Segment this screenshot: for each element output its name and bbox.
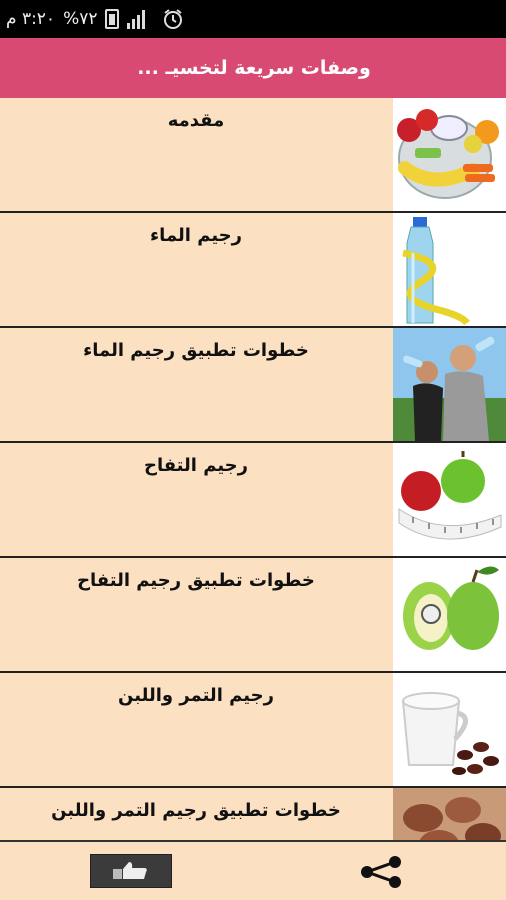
thumbs-up-icon	[113, 862, 147, 879]
share-button[interactable]	[356, 854, 406, 890]
alarm-icon	[164, 9, 182, 29]
list-item[interactable]: رجيم التمر واللبن	[0, 673, 506, 788]
header-bar: وصفات سريعة لتخسيـ ...	[0, 38, 506, 98]
list-item[interactable]: خطوات تطبيق رجيم التمر واللبن	[0, 788, 506, 840]
status-left-group: ٣:٢٠ م %٧٢	[6, 6, 146, 32]
battery-percent: %٧٢	[63, 9, 98, 29]
list-item-label: خطوات تطبيق رجيم الماء	[83, 340, 309, 361]
apples-tape-image	[393, 443, 506, 556]
list-item[interactable]: رجيم الماء	[0, 213, 506, 328]
list-item[interactable]: مقدمه	[0, 98, 506, 213]
recipe-list[interactable]: مقدمه رجيم الماء خطوات تطبيق رجيم الماء …	[0, 98, 506, 840]
people-drinking-image	[393, 328, 506, 441]
list-item[interactable]: خطوات تطبيق رجيم التفاح	[0, 558, 506, 673]
dates-image	[393, 788, 506, 840]
milk-dates-image	[393, 673, 506, 786]
page-title: وصفات سريعة لتخسيـ ...	[137, 57, 371, 79]
signal-icon	[127, 9, 146, 29]
list-item-label: رجيم التفاح	[143, 455, 249, 476]
list-item-label: خطوات تطبيق رجيم التفاح	[77, 570, 315, 591]
battery-icon	[105, 9, 120, 29]
list-item-label: رجيم التمر واللبن	[118, 685, 274, 706]
water-bottle-image	[393, 213, 506, 326]
scale-fruit-image	[393, 98, 506, 211]
clock-text: ٣:٢٠ م	[6, 9, 56, 29]
like-button[interactable]	[90, 854, 172, 888]
list-item-label: خطوات تطبيق رجيم التمر واللبن	[51, 800, 341, 821]
status-bar: ٣:٢٠ م %٧٢	[0, 0, 506, 38]
list-item-label: مقدمه	[167, 110, 225, 131]
list-item-label: رجيم الماء	[149, 225, 243, 246]
share-icon	[361, 856, 401, 888]
list-item[interactable]: خطوات تطبيق رجيم الماء	[0, 328, 506, 443]
bottom-bar	[0, 840, 506, 900]
green-apples-image	[393, 558, 506, 671]
list-item[interactable]: رجيم التفاح	[0, 443, 506, 558]
